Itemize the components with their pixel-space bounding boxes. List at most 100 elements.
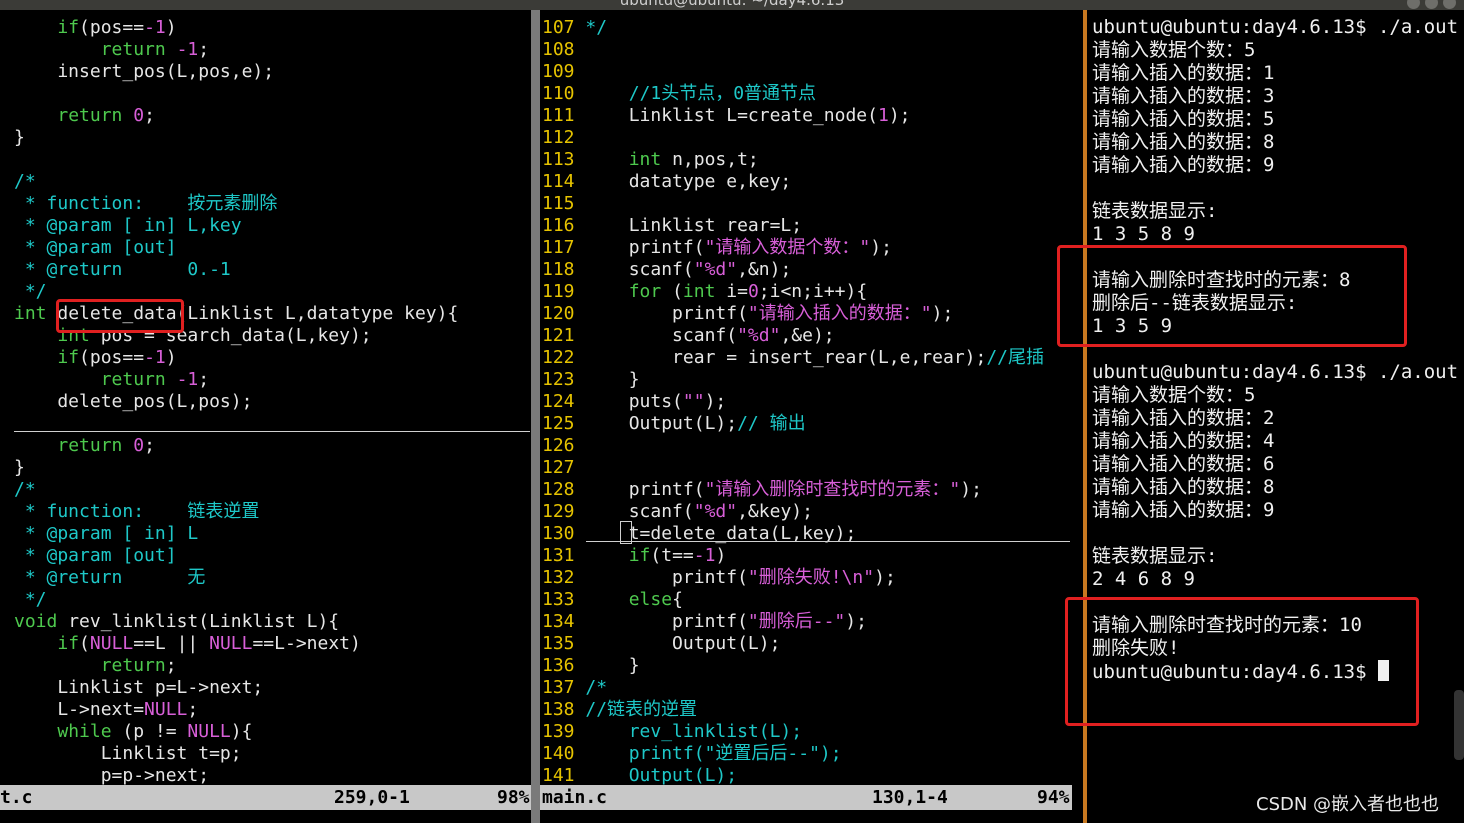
- code-token: if: [57, 633, 80, 654]
- code-line: 122 rear = insert_rear(L,e,rear);//尾插: [542, 347, 1072, 369]
- line-number: 141: [542, 765, 586, 785]
- code-line: 121 scanf("%d",&e);: [542, 325, 1072, 347]
- status-file-name: t.c: [0, 787, 33, 808]
- code-token: int: [682, 281, 716, 302]
- editor-pane-left[interactable]: if(pos==-1) return -1; insert_pos(L,pos,…: [0, 10, 531, 785]
- code-token: //链表的逆置: [585, 699, 698, 720]
- code-line: }: [14, 457, 531, 479]
- code-line: /*: [14, 171, 531, 193]
- code-token: for: [628, 281, 662, 302]
- line-number: 115: [542, 193, 586, 214]
- code-token: ): [165, 347, 177, 368]
- code-token: );: [888, 105, 911, 126]
- code-token: * @return 无: [14, 567, 206, 588]
- code-token: );: [704, 391, 727, 412]
- code-token: * @param [out]: [14, 545, 177, 566]
- code-token: (pos==: [79, 347, 145, 368]
- highlight-box-run2: [1065, 597, 1419, 726]
- pane-separator[interactable]: [531, 10, 540, 823]
- code-token: printf(: [585, 479, 705, 500]
- code-token: 0: [133, 435, 145, 456]
- terminal-line: 请输入插入的数据：8: [1092, 476, 1275, 498]
- status-percent: 98%: [497, 787, 530, 808]
- code-token: "删除失败!\n": [747, 567, 875, 588]
- code-token: "请输入删除时查找时的元素：": [704, 479, 961, 500]
- line-number: 138: [542, 699, 586, 720]
- code-token: if: [57, 17, 80, 38]
- terminal-line: 请输入插入的数据：3: [1092, 85, 1275, 107]
- editor-pane-main[interactable]: 107 */108 109 110 //1头节点，0普通节点 111 Linkli…: [540, 10, 1072, 785]
- line-number: 117: [542, 237, 586, 258]
- line-number: 118: [542, 259, 586, 280]
- line-number: 130: [542, 523, 586, 544]
- code-token: "请输入插入的数据：": [747, 303, 932, 324]
- code-line: 109: [542, 61, 1072, 83]
- code-line: 113 int n,pos,t;: [542, 149, 1072, 171]
- code-token: );: [960, 479, 982, 500]
- code-line: 118 scanf("%d",&n);: [542, 259, 1072, 281]
- code-token: /*: [14, 479, 36, 500]
- code-token: 0: [133, 105, 145, 126]
- code-line: return;: [14, 655, 531, 677]
- code-line: insert_pos(L,pos,e);: [14, 61, 531, 83]
- code-token: );: [874, 567, 896, 588]
- code-line: 136 }: [542, 655, 1072, 677]
- code-line: 128 printf("请输入删除时查找时的元素：");: [542, 479, 1072, 501]
- code-line: Linklist p=L->next;: [14, 677, 531, 699]
- code-token: ,&key);: [737, 501, 813, 522]
- line-number: 112: [542, 127, 586, 148]
- terminal-line: 2 4 6 8 9: [1092, 568, 1195, 590]
- code-token: NULL: [209, 633, 253, 654]
- code-token: * @param [ in] L: [14, 523, 199, 544]
- status-position: 259,0-1: [334, 787, 410, 808]
- highlight-box-delete-data: [56, 299, 184, 333]
- line-number: 128: [542, 479, 586, 500]
- code-line: * @return 无: [14, 567, 531, 589]
- status-position: 130,1-4: [872, 787, 948, 808]
- text-cursor: [620, 521, 632, 544]
- status-bar-main: main.c 130,1-4 94%: [540, 785, 1072, 810]
- code-token: datatype e,key;: [585, 171, 792, 192]
- code-line: * function: 按元素删除: [14, 193, 531, 215]
- code-line: 117 printf("请输入数据个数：");: [542, 237, 1072, 259]
- code-line: return -1;: [14, 369, 531, 391]
- code-line: * @param [ in] L,key: [14, 215, 531, 237]
- code-token: * function: 按元素删除: [14, 193, 278, 214]
- code-token: );: [845, 611, 867, 632]
- code-token: (pos==: [79, 17, 145, 38]
- code-token: ;: [144, 105, 155, 126]
- terminal-line: 请输入数据个数：5: [1092, 39, 1256, 61]
- code-token: Output(L);: [585, 765, 738, 785]
- code-line: 125 Output(L);// 输出: [542, 413, 1072, 435]
- code-token: {: [672, 589, 683, 610]
- code-token: "%d": [737, 325, 781, 346]
- terminal-line: 请输入插入的数据：6: [1092, 453, 1275, 475]
- code-token: (: [79, 633, 90, 654]
- code-token: );: [931, 303, 954, 324]
- status-file-name: main.c: [542, 787, 608, 808]
- code-token: rev_linklist(L);: [585, 721, 803, 742]
- line-number: 109: [542, 61, 586, 82]
- code-line: 139 rev_linklist(L);: [542, 721, 1072, 743]
- code-token: printf(: [585, 567, 748, 588]
- code-token: /*: [14, 171, 36, 192]
- line-number: 110: [542, 83, 586, 104]
- code-line: 133 else{: [542, 589, 1072, 611]
- code-token: int: [628, 149, 662, 170]
- code-token: Linklist t=p;: [14, 743, 242, 764]
- code-token: }: [585, 655, 640, 676]
- code-token: );: [870, 237, 892, 258]
- line-number: 134: [542, 611, 586, 632]
- code-token: Output(L);: [585, 413, 738, 434]
- code-token: ;: [198, 39, 210, 60]
- line-number: 107: [542, 17, 586, 38]
- terminal-scrollbar[interactable]: [1454, 690, 1464, 760]
- code-token: if: [628, 545, 651, 566]
